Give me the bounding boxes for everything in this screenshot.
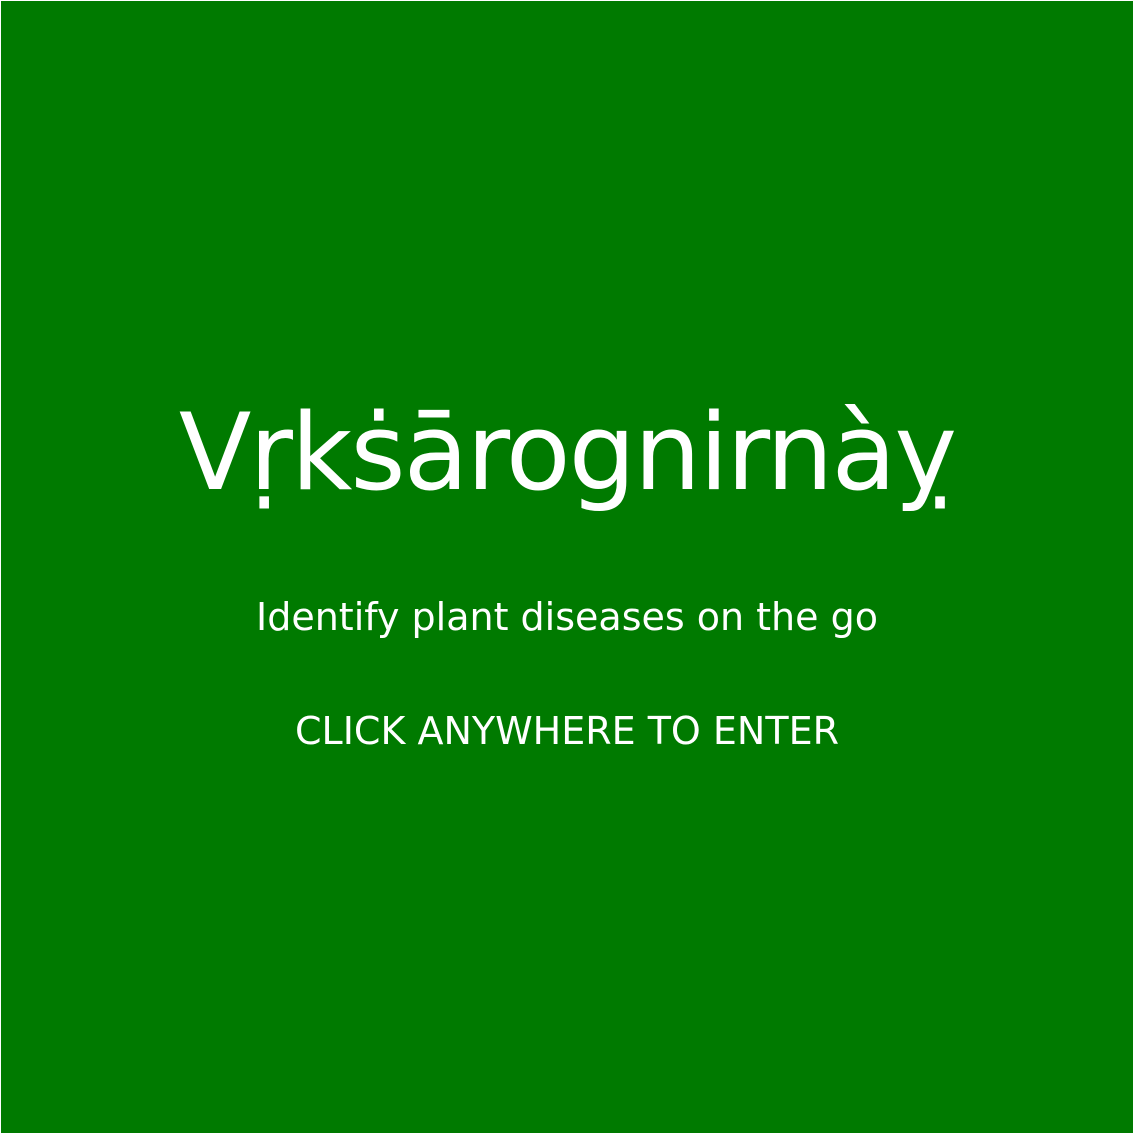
enter-prompt: CLICK ANYWHERE TO ENTER [295,709,839,753]
splash-screen[interactable]: Vṛkṡārognirnàỵ Identify plant diseases o… [1,1,1133,1133]
app-title: Vṛkṡārognirnàỵ [178,391,957,514]
app-tagline: Identify plant diseases on the go [256,595,878,639]
